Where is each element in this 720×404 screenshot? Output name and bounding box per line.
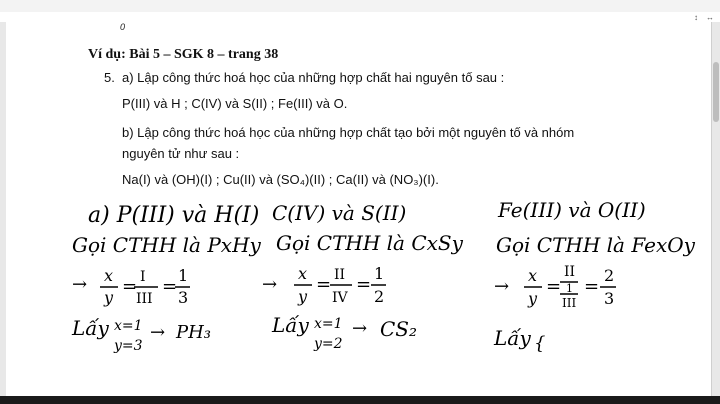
svg-text:y=2: y=2 (313, 336, 343, 352)
svg-text:2: 2 (374, 287, 384, 306)
col3-title: Fe(III) và O(II) (497, 198, 646, 222)
svg-text:II: II (334, 267, 345, 283)
svg-text:IV: IV (332, 290, 349, 306)
svg-text:=: = (584, 276, 599, 297)
col3-ratio: → x y = II 1 III = 2 3 (494, 264, 616, 310)
svg-text:=: = (162, 276, 177, 297)
col3-take: Lấy { (493, 326, 545, 354)
svg-text:x=1: x=1 (314, 316, 343, 332)
svg-text:Lấy: Lấy (271, 313, 310, 337)
svg-text:y: y (103, 288, 114, 307)
svg-text:{: { (534, 333, 545, 354)
col1-take: Lấy x=1 y=3 → PH₃ (71, 316, 211, 354)
svg-text:3: 3 (604, 289, 614, 308)
svg-text:x=1: x=1 (114, 318, 143, 334)
svg-text:=: = (356, 274, 371, 295)
svg-text:x: x (528, 266, 537, 285)
svg-text:x: x (298, 264, 307, 283)
col2-formula-line: Gọi CTHH là CxSy (276, 231, 464, 255)
col1-formula-line: Gọi CTHH là PxHy (72, 233, 262, 257)
col3-formula-line: Gọi CTHH là FexOy (496, 233, 696, 257)
svg-text:Lấy: Lấy (493, 326, 532, 350)
col2-take: Lấy x=1 y=2 → CS₂ (271, 313, 417, 352)
svg-text:y: y (297, 287, 308, 306)
handwritten-solution: a) P(III) và H(I) Gọi CTHH là PxHy → x y… (71, 198, 696, 354)
svg-text:III: III (562, 296, 576, 310)
col2-title: C(IV) và S(II) (272, 201, 406, 225)
svg-text:PH₃: PH₃ (175, 322, 211, 343)
svg-text:→: → (352, 318, 367, 339)
svg-text:y=3: y=3 (113, 338, 143, 354)
svg-text:1: 1 (374, 264, 384, 283)
svg-text:y: y (527, 289, 538, 308)
svg-text:3: 3 (178, 288, 188, 307)
svg-text:1: 1 (566, 282, 573, 295)
svg-text:1: 1 (178, 266, 188, 285)
svg-text:→: → (72, 274, 87, 295)
svg-text:2: 2 (604, 266, 614, 285)
svg-text:→: → (494, 276, 509, 297)
svg-text:I: I (140, 269, 146, 285)
col1-ratio: → x y = I III = 1 3 (72, 266, 190, 307)
svg-text:=: = (316, 274, 331, 295)
svg-text:x: x (104, 266, 113, 285)
svg-text:II: II (564, 264, 575, 280)
svg-text:→: → (150, 322, 165, 343)
svg-text:III: III (136, 291, 153, 307)
col1-title: a) P(III) và H(I) (88, 203, 259, 228)
svg-text:→: → (262, 274, 277, 295)
svg-text:CS₂: CS₂ (380, 317, 417, 341)
svg-text:=: = (546, 276, 561, 297)
svg-text:Lấy: Lấy (71, 316, 110, 340)
col2-ratio: → x y = II IV = 1 2 (262, 264, 386, 306)
bottom-bar (0, 396, 720, 404)
